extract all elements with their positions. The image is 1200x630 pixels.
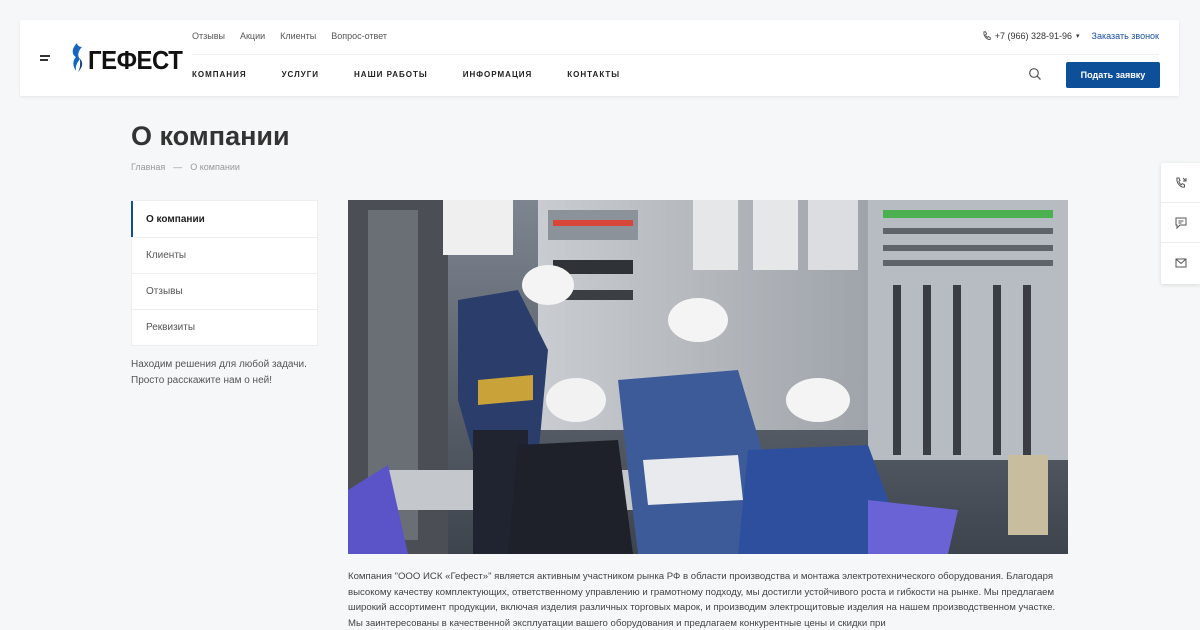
top-link-promos[interactable]: Акции — [240, 31, 265, 41]
nav-services[interactable]: УСЛУГИ — [282, 70, 319, 79]
side-note: Находим решения для любой задачи. Просто… — [131, 359, 307, 386]
top-link-faq[interactable]: Вопрос-ответ — [331, 31, 387, 41]
float-callback[interactable] — [1161, 163, 1200, 203]
breadcrumb-home[interactable]: Главная — [131, 162, 165, 172]
main-nav: КОМПАНИЯ УСЛУГИ НАШИ РАБОТЫ ИНФОРМАЦИЯ К… — [192, 70, 620, 79]
logo[interactable]: ГЕФЕСТ — [68, 41, 191, 73]
electrical-workers-image — [348, 200, 1068, 554]
sidemenu-item-clients[interactable]: Клиенты — [132, 237, 317, 273]
side-menu: О компании Клиенты Отзывы Реквизиты — [131, 200, 318, 346]
nav-contacts[interactable]: КОНТАКТЫ — [567, 70, 620, 79]
mail-icon — [1175, 258, 1186, 268]
phone-dropdown[interactable]: +7 (966) 328-91-96 ▾ — [982, 31, 1080, 41]
sidemenu-item-reviews[interactable]: Отзывы — [132, 273, 317, 309]
breadcrumb-separator: — — [173, 162, 183, 172]
chat-icon — [1175, 217, 1186, 229]
about-text: Компания "ООО ИСК «Гефест»" является акт… — [348, 571, 1056, 629]
float-mail[interactable] — [1161, 243, 1200, 283]
submit-request-button[interactable]: Подать заявку — [1066, 62, 1160, 88]
floating-actions — [1161, 163, 1200, 284]
nav-works[interactable]: НАШИ РАБОТЫ — [354, 70, 428, 79]
breadcrumb: Главная — О компании — [131, 162, 240, 172]
menu-icon[interactable] — [40, 55, 51, 61]
phone-icon — [983, 31, 991, 40]
callback-icon — [1175, 177, 1186, 188]
phone-number: +7 (966) 328-91-96 — [994, 31, 1073, 41]
top-links: Отзывы Акции Клиенты Вопрос-ответ — [192, 31, 387, 41]
top-link-reviews[interactable]: Отзывы — [192, 31, 225, 41]
top-link-clients[interactable]: Клиенты — [280, 31, 316, 41]
phone-area: +7 (966) 328-91-96 ▾ Заказать звонок — [982, 31, 1159, 41]
workers-photo — [348, 200, 1068, 554]
logo-text: ГЕФЕСТ — [88, 45, 183, 75]
nav-company[interactable]: КОМПАНИЯ — [192, 70, 247, 79]
chevron-down-icon: ▾ — [1076, 33, 1080, 40]
site-header: ГЕФЕСТ Отзывы Акции Клиенты Вопрос-ответ… — [20, 20, 1179, 96]
sidemenu-item-requisites[interactable]: Реквизиты — [132, 309, 317, 345]
sidemenu-item-about[interactable]: О компании — [131, 201, 317, 237]
flame-logo-icon — [72, 43, 83, 72]
page-title: О компании — [131, 121, 290, 151]
breadcrumb-current: О компании — [190, 162, 240, 172]
float-chat[interactable] — [1161, 203, 1200, 243]
search-icon[interactable] — [1028, 67, 1042, 81]
callback-link[interactable]: Заказать звонок — [1092, 31, 1159, 41]
header-divider — [192, 54, 1159, 55]
nav-info[interactable]: ИНФОРМАЦИЯ — [463, 70, 533, 79]
